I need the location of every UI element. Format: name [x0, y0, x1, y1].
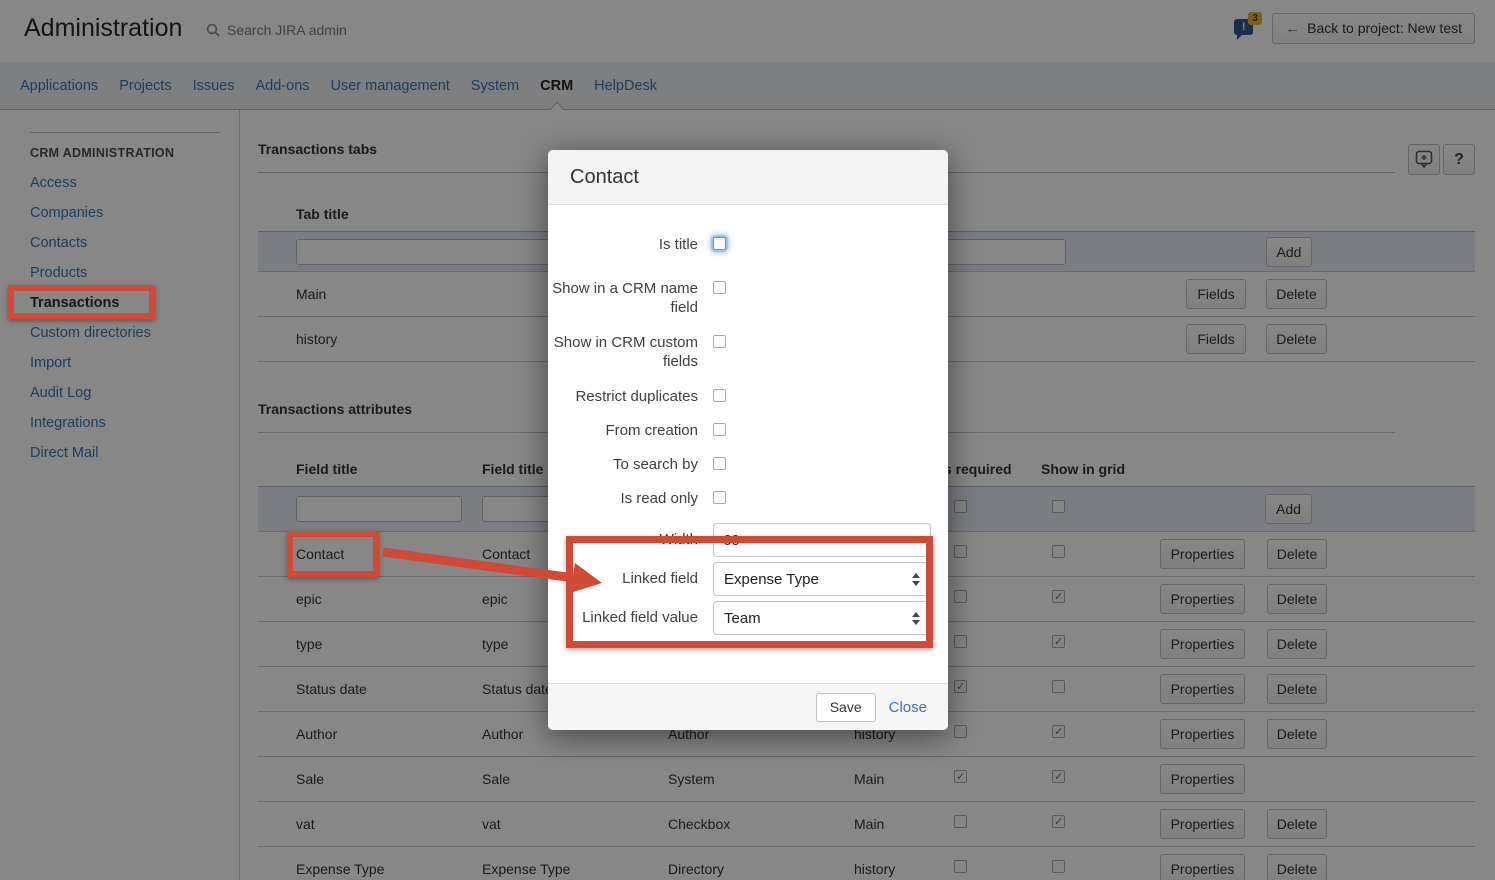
- is-read-only-checkbox[interactable]: [713, 491, 726, 504]
- linked-field-value-label: Linked field value: [548, 601, 698, 635]
- linked-field-value-value-text: Team: [724, 610, 761, 627]
- to-search-by-checkbox[interactable]: [713, 457, 726, 470]
- select-spinner-icon: [912, 612, 920, 625]
- modal-footer: Save Close: [548, 683, 948, 730]
- from-creation-label: From creation: [548, 421, 698, 441]
- modal-header: Contact: [548, 150, 948, 205]
- save-button[interactable]: Save: [816, 693, 876, 722]
- is-title-checkbox[interactable]: [713, 237, 726, 250]
- width-input[interactable]: [713, 523, 931, 557]
- modal-title: Contact: [570, 166, 639, 189]
- show-in-crm-name-label: Show in a CRM name field: [548, 279, 698, 319]
- restrict-duplicates-label: Restrict duplicates: [548, 387, 698, 407]
- jira-admin-page: Administration Search JIRA admin ! 3 ← B…: [0, 0, 1495, 880]
- to-search-by-label: To search by: [548, 455, 698, 475]
- is-read-only-label: Is read only: [548, 489, 698, 509]
- show-in-crm-custom-checkbox[interactable]: [713, 335, 726, 348]
- contact-modal: Contact Is title Show in a CRM name fiel…: [548, 150, 948, 730]
- linked-field-select[interactable]: Expense Type: [713, 562, 931, 596]
- linked-field-value-text: Expense Type: [724, 571, 819, 588]
- linked-field-label: Linked field: [548, 562, 698, 596]
- close-link[interactable]: Close: [889, 699, 927, 716]
- select-spinner-icon: [912, 573, 920, 586]
- restrict-duplicates-checkbox[interactable]: [713, 389, 726, 402]
- linked-field-value-select[interactable]: Team: [713, 601, 931, 635]
- is-title-label: Is title: [548, 235, 698, 255]
- from-creation-checkbox[interactable]: [713, 423, 726, 436]
- width-label: Width: [548, 523, 698, 557]
- show-in-crm-name-checkbox[interactable]: [713, 281, 726, 294]
- modal-body: Is title Show in a CRM name field Show i…: [548, 205, 948, 683]
- show-in-crm-custom-label: Show in CRM custom fields: [548, 333, 698, 373]
